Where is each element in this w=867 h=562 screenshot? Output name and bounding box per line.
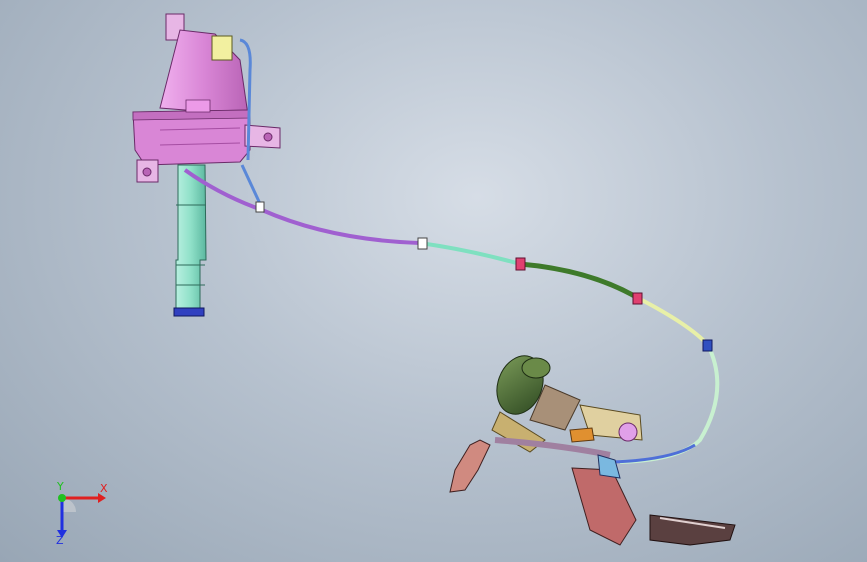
assembly-model[interactable] <box>0 0 867 562</box>
z-axis-label: Z <box>56 534 64 547</box>
y-axis-dot <box>58 494 66 502</box>
cad-viewport[interactable]: X Y Z <box>0 0 867 562</box>
y-axis-label: Y <box>56 480 64 493</box>
wiper-linkage[interactable] <box>449 404 736 546</box>
coordinate-triad: X Y Z <box>56 480 108 547</box>
wiper-motor[interactable] <box>489 349 581 453</box>
filler-tube[interactable] <box>173 164 207 317</box>
washer-reservoir[interactable] <box>132 13 281 183</box>
hose-clips <box>255 201 713 352</box>
x-axis-label: X <box>100 482 108 495</box>
